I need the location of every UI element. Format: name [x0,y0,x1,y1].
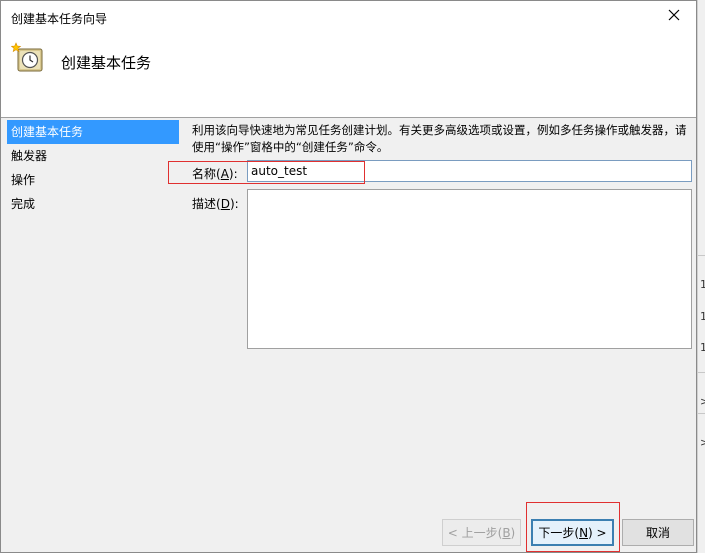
background-divider [698,255,705,256]
background-divider [698,413,705,414]
back-button[interactable]: < 上一步(B) [442,519,521,546]
step-create-basic-task[interactable]: 创建基本任务 [7,120,179,144]
close-button[interactable] [652,1,696,31]
wizard-body: 创建基本任务 触发器 操作 完成 利用该向导快速地为常见任务创建计划。有关更多高… [1,118,696,552]
wizard-window: 创建基本任务向导 创建基本任务 创建基本任务 触发器 操作 完成 利用该向导快速… [0,0,697,553]
page-title: 创建基本任务 [61,54,152,72]
background-divider [698,372,705,373]
wizard-steps: 创建基本任务 触发器 操作 完成 [7,120,182,216]
next-button-prefix: 下一步( [538,526,580,540]
name-label-prefix: 名称( [192,167,221,181]
name-label: 名称(A): [192,165,238,182]
step-action[interactable]: 操作 [7,168,179,192]
background-text: 1 [700,278,705,291]
name-label-accesskey: A [220,167,229,181]
back-button-prefix: < 上一步( [447,526,503,540]
description-input[interactable] [247,189,692,349]
description-label-accesskey: D [220,197,230,211]
background-window-edge [697,0,705,553]
back-button-suffix: ) [510,525,516,540]
close-icon [668,9,680,24]
wizard-description: 利用该向导快速地为常见任务创建计划。有关更多高级选项或设置，例如多任务操作或触发… [192,123,687,154]
background-text: 1 [700,341,705,354]
step-finish[interactable]: 完成 [7,192,179,216]
description-label-prefix: 描述( [192,197,221,211]
name-label-suffix: ): [228,167,238,181]
next-button[interactable]: 下一步(N) > [531,519,614,546]
description-label-suffix: ): [229,197,239,211]
title-bar[interactable]: 创建基本任务向导 [1,1,696,31]
next-button-suffix: ) > [588,525,607,540]
window-title: 创建基本任务向导 [11,12,108,26]
background-text: > [700,436,705,449]
step-trigger[interactable]: 触发器 [7,144,179,168]
cancel-button[interactable]: 取消 [622,519,694,546]
wizard-header: 创建基本任务 [1,31,696,117]
background-text: > [700,395,705,408]
next-button-accesskey: N [579,525,589,540]
back-button-accesskey: B [502,525,511,540]
scheduled-task-clock-icon [10,41,45,78]
name-input[interactable] [247,160,692,182]
description-label: 描述(D): [192,195,239,212]
background-text: 1 [700,310,705,323]
